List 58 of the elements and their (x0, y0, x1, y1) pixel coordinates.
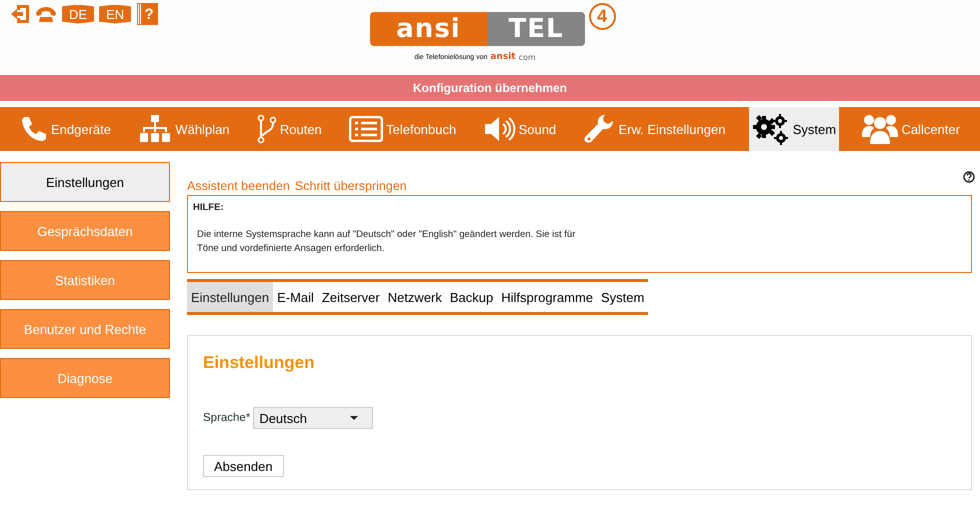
language-select[interactable]: Deutsch (253, 407, 374, 429)
phone-icon (20, 115, 48, 143)
help-icon[interactable] (963, 171, 975, 183)
wizard-link[interactable]: Assistent beenden (187, 179, 290, 193)
language-button[interactable]: EN (99, 4, 132, 24)
apply-config-bar[interactable]: Konfiguration übernehmen (0, 75, 980, 101)
help-button[interactable]: ? (138, 4, 158, 24)
nav-label: Callcenter (901, 122, 960, 136)
sidebar-item[interactable]: Gesprächsdaten (0, 211, 170, 251)
nav-item[interactable]: Wählplan (134, 107, 234, 151)
sidebar-item[interactable]: Benutzer und Rechte (0, 309, 170, 349)
sitemap-icon (138, 114, 172, 144)
nav-label: Wählplan (175, 122, 230, 136)
tab[interactable]: E-Mail (273, 282, 318, 312)
gears-icon (752, 113, 790, 145)
tab[interactable]: Backup (446, 282, 498, 312)
list-icon (349, 116, 384, 142)
nav-item[interactable]: Routen (252, 107, 326, 151)
nav-label: Sound (518, 122, 556, 136)
version-badge: 4 (588, 3, 616, 30)
nav-item[interactable]: System (748, 107, 840, 151)
language-button[interactable]: DE (62, 4, 94, 24)
tab[interactable]: Zeitserver (318, 282, 384, 312)
nav-item[interactable]: Callcenter (858, 107, 964, 151)
speaker-icon (484, 115, 516, 143)
nav-item[interactable]: Endgeräte (16, 107, 115, 151)
phone-icon[interactable] (35, 4, 57, 24)
caret-icon (350, 416, 358, 420)
tab[interactable]: Netzwerk (384, 282, 446, 312)
sidebar-item[interactable]: Statistiken (0, 260, 170, 300)
brand-word: com (518, 52, 536, 62)
nav-label: Telefonbuch (386, 122, 456, 136)
brand-word: ansit (490, 52, 516, 62)
exit-icon[interactable] (10, 4, 30, 24)
people-icon (862, 113, 898, 145)
help-title: HILFE: (193, 202, 225, 213)
panel-title: Einstellungen (203, 353, 316, 373)
help-text: Die interne Systemsprache kann auf "Deutsch" oder "English" geändert werden. Sie ist für (196, 228, 576, 242)
nav-label: Erw. Einstellungen (618, 122, 726, 136)
sidebar-item[interactable]: Diagnose (0, 358, 170, 398)
tab[interactable]: System (597, 282, 648, 312)
nav-label: Endgeräte (51, 122, 111, 136)
nav-item[interactable]: Sound (480, 107, 560, 151)
submit-button[interactable]: Absenden (203, 455, 284, 477)
sidebar-item[interactable]: Einstellungen (0, 162, 170, 202)
logo-word: TEL (488, 12, 584, 46)
wrench-icon (583, 113, 616, 145)
nav-item[interactable]: Telefonbuch (345, 107, 460, 151)
field-label: Sprache* (203, 412, 250, 424)
route-icon (256, 114, 277, 144)
help-text: Töne und vordefinierte Ansagen erforderlich. (196, 242, 386, 256)
nav-item[interactable]: Erw. Einstellungen (579, 107, 730, 151)
wizard-link[interactable]: Schritt überspringen (294, 179, 407, 193)
tab[interactable]: Hilfsprogramme (497, 282, 598, 312)
tab[interactable]: Einstellungen (187, 282, 274, 312)
logo-word: ansi (370, 12, 488, 46)
nav-label: Routen (280, 122, 322, 136)
nav-label: System (792, 122, 836, 136)
